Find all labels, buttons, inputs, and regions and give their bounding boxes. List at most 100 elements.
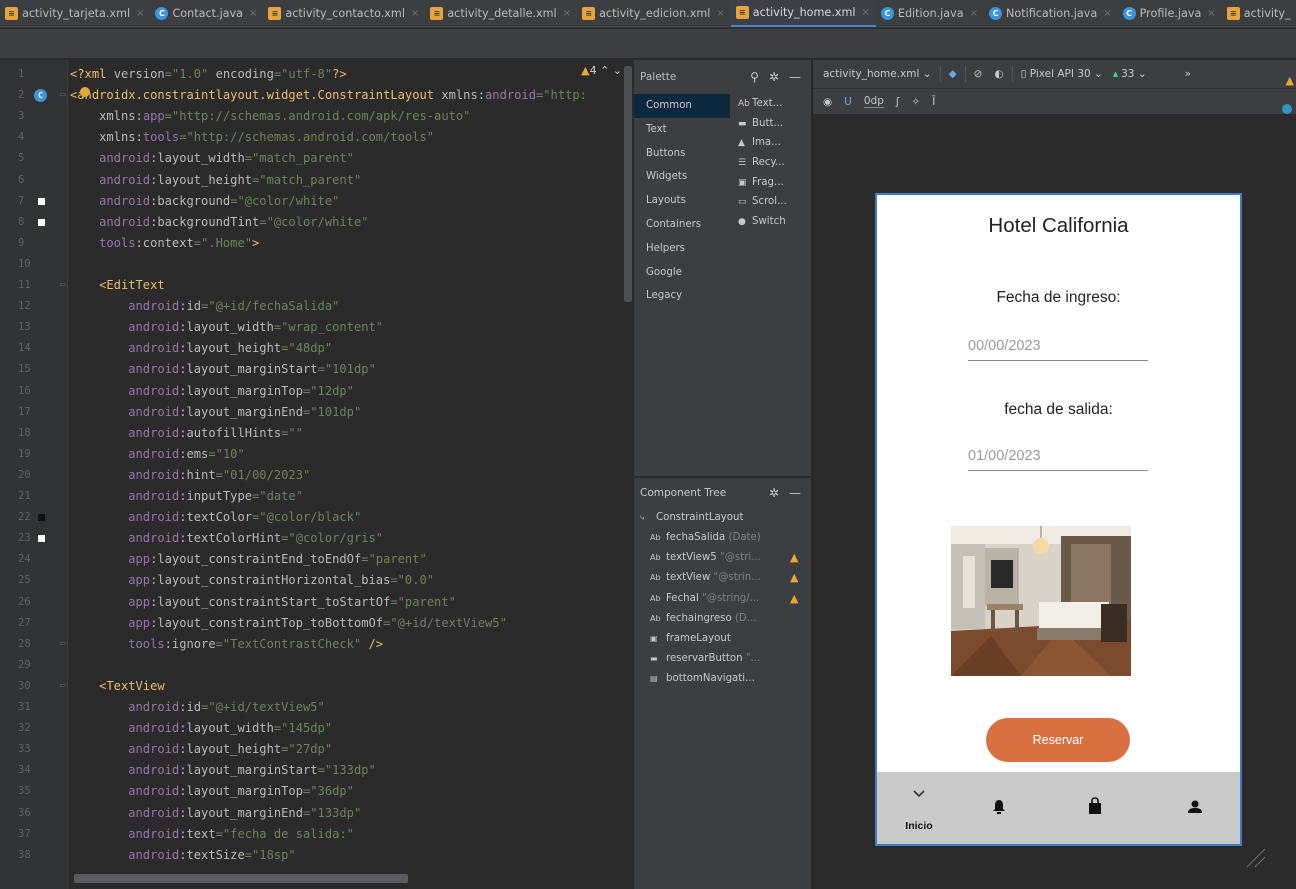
code-line[interactable]: android:layout_marginTop="12dp" bbox=[70, 381, 354, 402]
palette-category[interactable]: Common bbox=[634, 94, 730, 118]
tree-node[interactable]: ▤ bottomNavigati... bbox=[650, 669, 810, 689]
search-icon[interactable]: ⚲ bbox=[750, 70, 759, 84]
code-line[interactable]: android:layout_marginEnd="101dp" bbox=[70, 402, 361, 423]
code-line[interactable]: xmlns:app="http://schemas.android.com/ap… bbox=[70, 106, 470, 127]
tree-node[interactable]: Ab fechaingreso (D... bbox=[650, 609, 810, 629]
code-line[interactable]: android:layout_marginTop="36dp" bbox=[70, 781, 354, 802]
close-icon[interactable]: × bbox=[716, 8, 724, 19]
editor-tab[interactable]: C Profile.java × bbox=[1118, 0, 1222, 27]
code-line[interactable]: android:ems="10" bbox=[70, 444, 245, 465]
palette-item[interactable]: ☰ Recy... bbox=[738, 153, 810, 173]
device-select[interactable]: ▯ Pixel API 30 ⌄ bbox=[1021, 68, 1103, 80]
minimize-icon[interactable]: — bbox=[789, 70, 801, 84]
warning-icon[interactable]: ▲ bbox=[1286, 74, 1294, 87]
warning-icon[interactable]: ▲ bbox=[790, 548, 798, 568]
gear-icon[interactable]: ✲ bbox=[769, 70, 779, 84]
code-line[interactable]: app:layout_constraintEnd_toEndOf="parent… bbox=[70, 549, 427, 570]
editor-tab[interactable]: ≡ activity_contacto.xml × bbox=[263, 0, 425, 27]
code-line[interactable]: <EditText bbox=[70, 275, 165, 296]
code-line[interactable]: android:layout_marginEnd="133dp" bbox=[70, 803, 361, 824]
color-swatch-icon[interactable] bbox=[38, 197, 45, 205]
editor-tab[interactable]: ≡ activity_detalle.xml × bbox=[425, 0, 577, 27]
palette-item[interactable]: ● Switch bbox=[738, 212, 810, 232]
intention-bulb-icon[interactable] bbox=[80, 87, 90, 97]
code-line[interactable]: android:layout_height="48dp" bbox=[70, 338, 332, 359]
palette-item[interactable]: ▭ Scrol... bbox=[738, 192, 810, 212]
editor-tab[interactable]: C Edition.java × bbox=[876, 0, 984, 27]
vertical-scrollbar[interactable] bbox=[624, 66, 632, 302]
color-swatch-icon[interactable] bbox=[38, 535, 45, 543]
help-icon[interactable] bbox=[1282, 104, 1292, 114]
code-line[interactable]: <TextView bbox=[70, 676, 165, 697]
tree-node[interactable]: Ab FechaI "@string/... ▲ bbox=[650, 589, 810, 609]
code-line[interactable]: app:layout_constraintTop_toBottomOf="@+i… bbox=[70, 613, 507, 634]
tree-node[interactable]: Ab textView5 "@stri... ▲ bbox=[650, 548, 810, 568]
warning-icon[interactable]: ▲ bbox=[790, 589, 798, 609]
code-line[interactable]: tools:context=".Home"> bbox=[70, 233, 259, 254]
inspection-widget[interactable]: ▲4 ⌃ ⌄ bbox=[581, 64, 622, 77]
tree-node[interactable]: ▣ frameLayout bbox=[650, 629, 810, 649]
tree-node[interactable]: Ab textView "@strin... ▲ bbox=[650, 568, 810, 588]
code-line[interactable]: android:backgroundTint="@color/white" bbox=[70, 212, 368, 233]
close-icon[interactable]: × bbox=[970, 8, 978, 19]
editor-tab[interactable]: ≡ activity_tarjeta.xml × bbox=[0, 0, 150, 27]
magnet-icon[interactable]: U bbox=[844, 96, 852, 108]
layout-file-select[interactable]: activity_home.xml ⌄ bbox=[823, 68, 932, 80]
code-line[interactable]: android:text="fecha de salida:" bbox=[70, 824, 354, 845]
close-icon[interactable]: × bbox=[862, 7, 870, 18]
code-line[interactable]: android:layout_marginStart="133dp" bbox=[70, 760, 376, 781]
editor-tab[interactable]: C Notification.java × bbox=[984, 0, 1118, 27]
palette-category[interactable]: Text bbox=[634, 118, 730, 142]
code-line[interactable]: android:textColor="@color/black" bbox=[70, 507, 361, 528]
nav-item-notifications[interactable] bbox=[979, 772, 1019, 844]
close-icon[interactable]: × bbox=[249, 8, 257, 19]
editor-tab[interactable]: ≡ activity_ bbox=[1222, 0, 1296, 27]
editor-tab[interactable]: ≡ activity_home.xml × bbox=[730, 0, 876, 27]
resize-grip-icon[interactable] bbox=[1243, 845, 1267, 869]
design-mode-icon[interactable]: ◆ bbox=[949, 68, 957, 80]
night-mode-icon[interactable]: ◐ bbox=[994, 68, 1003, 80]
fold-icon[interactable]: ▭ bbox=[60, 676, 65, 697]
code-line[interactable]: <androidx.constraintlayout.widget.Constr… bbox=[70, 85, 587, 106]
close-icon[interactable]: × bbox=[563, 8, 571, 19]
fold-icon[interactable]: ▭ bbox=[60, 634, 65, 655]
code-line[interactable]: <?xml version="1.0" encoding="utf-8"?> bbox=[70, 64, 347, 85]
code-line[interactable]: android:textColorHint="@color/gris" bbox=[70, 528, 383, 549]
code-line[interactable]: android:layout_marginStart="101dp" bbox=[70, 359, 376, 380]
fecha-ingreso-input[interactable]: 00/00/2023 bbox=[968, 335, 1148, 361]
fold-icon[interactable]: ▭ bbox=[60, 85, 65, 106]
gear-icon[interactable]: ✲ bbox=[769, 486, 779, 500]
code-line[interactable]: android:layout_width="145dp" bbox=[70, 718, 332, 739]
eye-icon[interactable]: ◉ bbox=[823, 96, 832, 108]
code-line[interactable]: tools:ignore="TextContrastCheck" /> bbox=[70, 634, 383, 655]
close-icon[interactable]: × bbox=[136, 8, 144, 19]
code-line[interactable]: android:id="@+id/textView5" bbox=[70, 697, 325, 718]
code-line[interactable]: android:autofillHints="" bbox=[70, 423, 303, 444]
clear-constraints-icon[interactable]: ʃ bbox=[896, 96, 900, 108]
chevron-down-icon[interactable]: ⌄ bbox=[613, 64, 622, 77]
palette-item[interactable]: Ab Text... bbox=[738, 94, 810, 114]
palette-category[interactable]: Google bbox=[634, 261, 730, 285]
code-line[interactable]: app:layout_constraintHorizontal_bias="0.… bbox=[70, 570, 434, 591]
editor-tab[interactable]: C Contact.java × bbox=[150, 0, 263, 27]
fold-icon[interactable]: ▭ bbox=[60, 275, 65, 296]
palette-category[interactable]: Legacy bbox=[634, 284, 730, 308]
code-line[interactable]: android:layout_height="27dp" bbox=[70, 739, 332, 760]
horizontal-scrollbar[interactable] bbox=[74, 874, 408, 883]
reservar-button[interactable]: Reservar bbox=[986, 718, 1130, 762]
code-line[interactable]: android:textSize="18sp" bbox=[70, 845, 295, 866]
close-icon[interactable]: × bbox=[411, 8, 419, 19]
close-icon[interactable]: × bbox=[1207, 8, 1215, 19]
default-margin-select[interactable]: 0dp bbox=[863, 95, 884, 108]
palette-item[interactable]: ▣ Frag... bbox=[738, 173, 810, 193]
nav-item-inicio[interactable]: Inicio bbox=[889, 772, 949, 844]
code-line[interactable]: android:background="@color/white" bbox=[70, 191, 339, 212]
code-editor[interactable]: 1 2 C ▭ 3 4 5 6 7 8 9 10 11 ▭ 12 13 14 15 16 17 18 19 20 21 22 23… bbox=[0, 60, 632, 889]
tree-root[interactable]: ⤷ ConstraintLayout bbox=[640, 508, 743, 528]
tree-node[interactable]: Ab fechaSalida (Date) bbox=[650, 528, 810, 548]
editor-tab[interactable]: ≡ activity_edicion.xml × bbox=[577, 0, 731, 27]
code-line[interactable]: android:layout_width="match_parent" bbox=[70, 148, 354, 169]
palette-category[interactable]: Containers bbox=[634, 213, 730, 237]
palette-category[interactable]: Widgets bbox=[634, 165, 730, 189]
color-swatch-icon[interactable] bbox=[38, 514, 45, 522]
